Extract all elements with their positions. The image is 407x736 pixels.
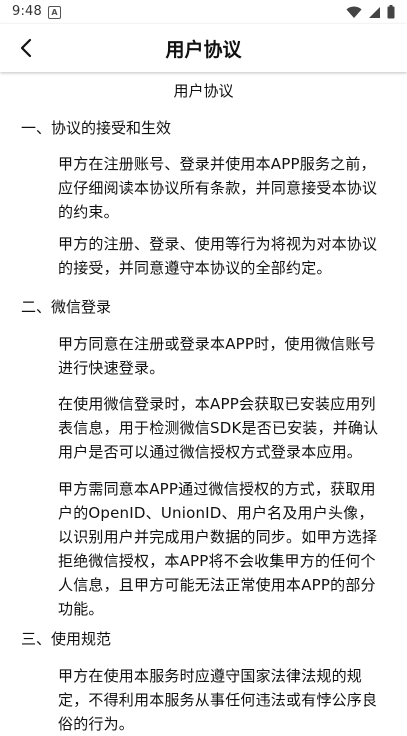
a-icon: A — [48, 6, 61, 19]
status-time: 9:48 — [12, 4, 42, 19]
paragraph: 甲方在注册账号、登录并使用本APP服务之前，应仔细阅读本协议所有条款，并同意接受… — [58, 155, 378, 221]
section-heading: 二、微信登录 — [21, 298, 112, 316]
signal-icon — [369, 6, 380, 18]
paragraph: 甲方同意在注册或登录本APP时，使用微信账号进行快速登录。 — [58, 335, 376, 377]
document-title: 用户协议 — [173, 82, 234, 100]
paragraph: 甲方需同意本APP通过微信授权的方式，获取用户的OpenID、UnionID、用… — [58, 480, 378, 618]
section-heading: 一、协议的接受和生效 — [21, 119, 172, 137]
wifi-icon — [346, 6, 362, 18]
app-bar: 用户协议 — [0, 24, 407, 72]
paragraph: 甲方的注册、登录、使用等行为将视为对本协议的接受，并同意遵守本协议的全部约定。 — [58, 235, 378, 277]
battery-icon — [387, 5, 395, 19]
paragraph: 在使用微信登录时，本APP会获取已安装应用列表信息，用于检测微信SDK是否已安装… — [58, 395, 379, 461]
status-icons — [346, 5, 395, 19]
page-title: 用户协议 — [165, 39, 242, 61]
status-bar: 9:48 A — [0, 0, 407, 24]
paragraph: 甲方在使用本服务时应遵守国家法律法规的规定，不得利用本服务从事任何违法或有悖公序… — [58, 667, 378, 733]
section-heading: 三、使用规范 — [21, 630, 112, 648]
